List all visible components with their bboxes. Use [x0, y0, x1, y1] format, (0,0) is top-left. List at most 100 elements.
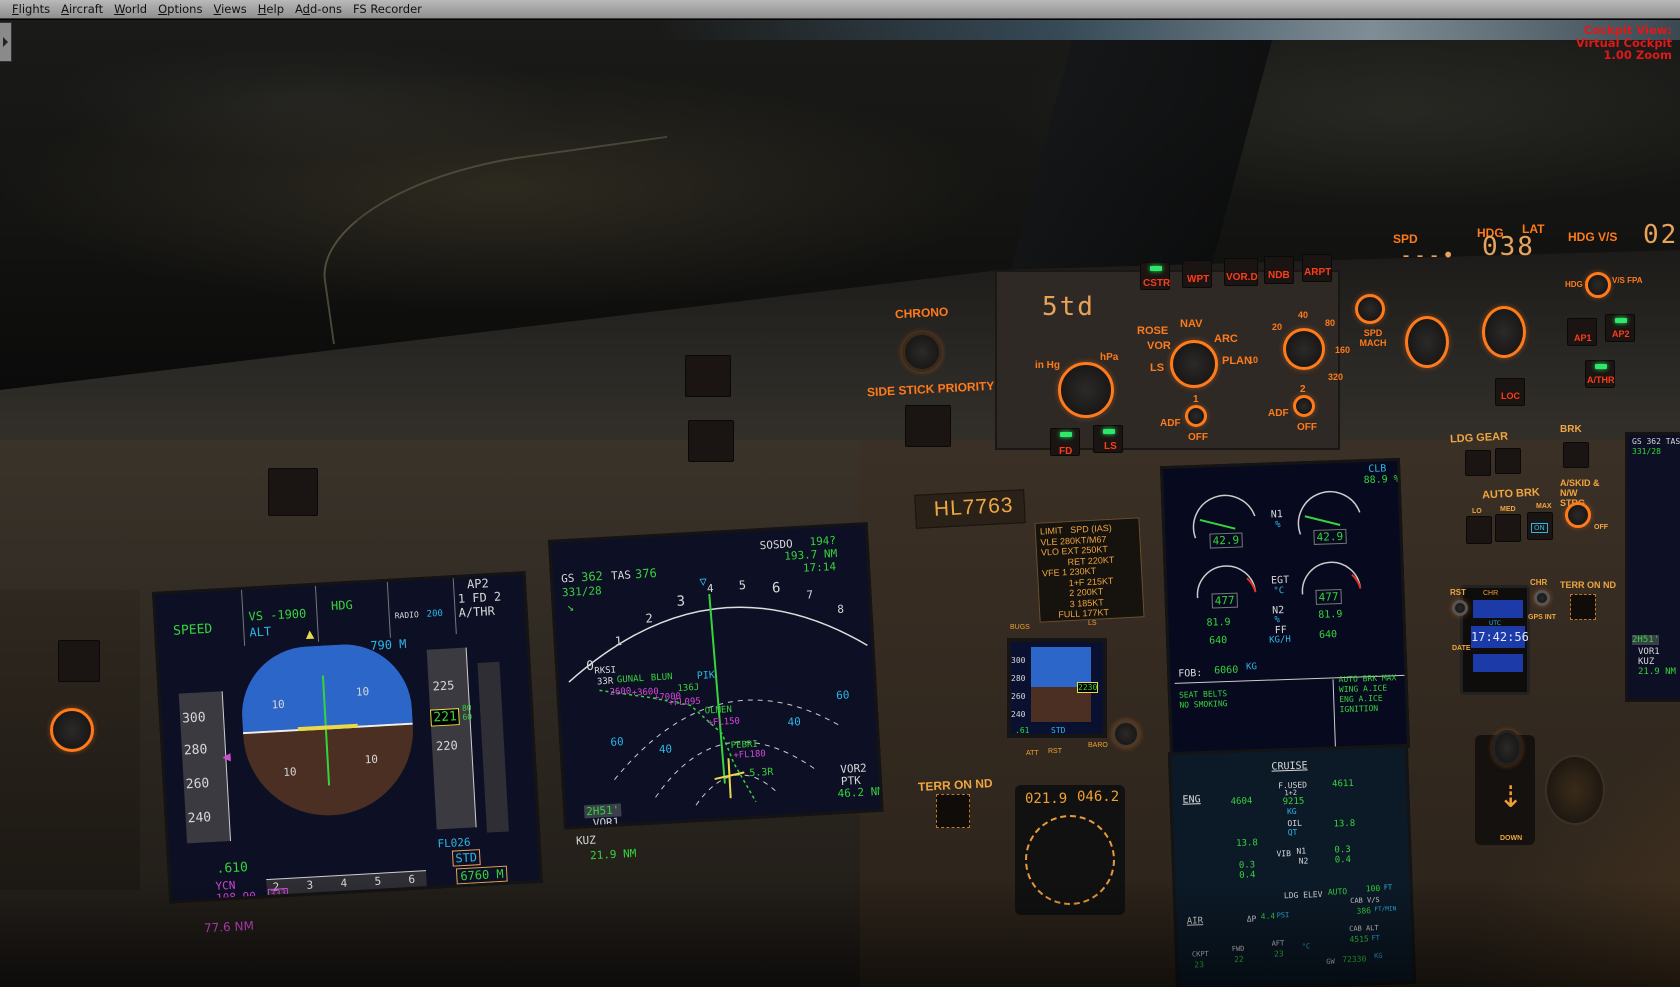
vertical-speed-scale: [477, 661, 509, 833]
clock-rst-button[interactable]: [1452, 600, 1468, 616]
menu-help[interactable]: Help: [254, 2, 291, 16]
heading-scale-6: 6: [771, 580, 781, 597]
attitude-indicator: 10 10 10 10: [238, 640, 418, 820]
efis-cstr-button[interactable]: CSTR: [1140, 262, 1170, 290]
glareshield-button-2[interactable]: [688, 420, 734, 462]
n2-right: 81.9: [1318, 609, 1343, 621]
spd-mach-button[interactable]: [1355, 294, 1385, 324]
fcu-heading-knob[interactable]: [1482, 306, 1526, 358]
fo-nd-wind: 331/28: [1632, 447, 1661, 456]
egt-left: 477: [1211, 592, 1238, 609]
efis-wpt-button[interactable]: WPT: [1182, 260, 1212, 288]
isis-rst-button[interactable]: RST: [1048, 748, 1062, 755]
ap1-button[interactable]: AP1: [1567, 318, 1597, 346]
menu-world[interactable]: World: [110, 2, 154, 16]
heading-scale-0: 0: [585, 658, 595, 675]
fix-pik: PIK: [696, 669, 716, 682]
baro-knob[interactable]: [1058, 362, 1114, 418]
registration-plate: HL7763: [914, 489, 1026, 529]
n1-unit: %: [1274, 520, 1281, 531]
menu-addons[interactable]: Add-ons: [291, 2, 349, 16]
vib-n2-right: 0.4: [1334, 854, 1352, 866]
nd-brightness-knob[interactable]: [50, 708, 94, 752]
side-stick-priority-light: [905, 405, 951, 447]
adf-vor-2-switch[interactable]: [1293, 395, 1315, 417]
egt-label: EGT: [1270, 574, 1290, 587]
metric-altitude: 6760 M: [455, 865, 509, 885]
range-20-label: 20: [1272, 322, 1283, 332]
heading-scale-3: 3: [676, 593, 686, 610]
menu-flights[interactable]: Flights: [8, 2, 57, 16]
thrust-mode: CLB: [1368, 463, 1387, 476]
ap2-button[interactable]: AP2: [1605, 314, 1635, 342]
pitch-label: 10: [282, 765, 297, 779]
fcu-hdg-vs-label: HDG V/S: [1568, 230, 1618, 244]
auto-brk-med-label: MED: [1500, 506, 1516, 513]
fused-unit: KG: [1286, 806, 1297, 817]
cab-alt-label: CAB ALT: [1349, 924, 1379, 934]
temp-unit: °C: [1301, 942, 1311, 951]
constraint-136j: 136J: [677, 682, 700, 694]
auto-brk-lo-button[interactable]: [1466, 516, 1492, 544]
adf-vor-1-switch[interactable]: [1185, 405, 1207, 427]
terr-on-nd-left-button[interactable]: [936, 794, 970, 828]
nd-mode-selector[interactable]: [1170, 340, 1218, 388]
oil-label: OIL: [1287, 818, 1303, 829]
auto-brk-max-button[interactable]: ON: [1527, 512, 1553, 540]
cab-vs-label: CAB V/S: [1350, 895, 1380, 905]
isis-mach: .61: [1015, 726, 1030, 735]
clock-chr-button[interactable]: [1534, 590, 1550, 606]
hdg-trk-vs-fpa-button[interactable]: [1585, 272, 1611, 298]
constraint-pebri: +FL180: [733, 749, 767, 761]
efis-ndb-button[interactable]: NDB: [1264, 256, 1294, 284]
fcu-hdg-display: 038: [1482, 232, 1535, 262]
terr-on-nd-right-label: TERR ON ND: [1560, 580, 1616, 590]
river: [310, 135, 690, 345]
view-info-line3: 1.00 Zoom: [1603, 48, 1672, 62]
oil-unit: QT: [1287, 827, 1298, 838]
primary-flight-display: SPEED VS -1900 ALT HDG RADIO 200 AP2 1 F…: [152, 571, 543, 904]
chrono-button[interactable]: [902, 332, 942, 372]
fd-label: FD: [1059, 446, 1073, 457]
vib-n1-left: 0.3: [1238, 860, 1256, 871]
vor1-distance: 21.9 NM: [589, 846, 637, 863]
range-320-label: 320: [1328, 372, 1344, 382]
efis-arpt-button[interactable]: ARPT: [1302, 254, 1332, 282]
fix-blun: BLUN: [650, 672, 673, 684]
glareshield-button-1[interactable]: [685, 355, 731, 397]
side-panel-toggle[interactable]: [0, 22, 12, 62]
menu-views[interactable]: Views: [209, 2, 253, 16]
alt-current-sub: 80 60: [461, 703, 473, 722]
athr-button[interactable]: A/THR: [1585, 360, 1615, 388]
vib-n2-left: 0.4: [1239, 870, 1256, 881]
fused-total: 9215: [1282, 796, 1305, 808]
loc-button[interactable]: LOC: [1495, 378, 1525, 406]
mode-vor-label: VOR: [1147, 340, 1171, 352]
dme1-readout: 021.9: [1025, 791, 1068, 807]
isis-baro-knob[interactable]: [1112, 720, 1140, 748]
alt-tick-220: 220: [435, 738, 459, 754]
left-console-button[interactable]: [58, 640, 100, 682]
menu-aircraft[interactable]: Aircraft: [57, 2, 110, 16]
auto-brk-med-button[interactable]: [1495, 514, 1521, 542]
isis-att-button[interactable]: ATT: [1026, 750, 1039, 757]
range-80-label: 80: [1325, 318, 1336, 328]
windshield-pillar: [1007, 40, 1273, 280]
landing-gear-lever[interactable]: [1492, 730, 1522, 766]
pitch-label: 10: [364, 752, 379, 767]
terr-on-nd-right-button[interactable]: [1570, 594, 1596, 620]
fob-value: 6060: [1213, 664, 1239, 677]
askid-switch[interactable]: [1565, 502, 1591, 528]
glareshield-button-3[interactable]: [268, 468, 318, 516]
fma-radio-value: 200: [426, 608, 444, 620]
temp-aft-label: AFT: [1271, 939, 1285, 948]
alt-target-metric: 790 M: [369, 636, 407, 653]
pitch-label: 10: [355, 685, 370, 699]
nd-range-selector[interactable]: [1283, 328, 1325, 370]
fix-olmen: OLMEN: [704, 705, 733, 717]
menu-options[interactable]: Options: [154, 2, 209, 16]
pitch-label: 10: [271, 697, 286, 712]
menu-fs-recorder[interactable]: FS Recorder: [349, 2, 429, 16]
fcu-speed-knob[interactable]: [1405, 316, 1449, 368]
efis-vord-button[interactable]: VOR.D: [1224, 258, 1258, 286]
